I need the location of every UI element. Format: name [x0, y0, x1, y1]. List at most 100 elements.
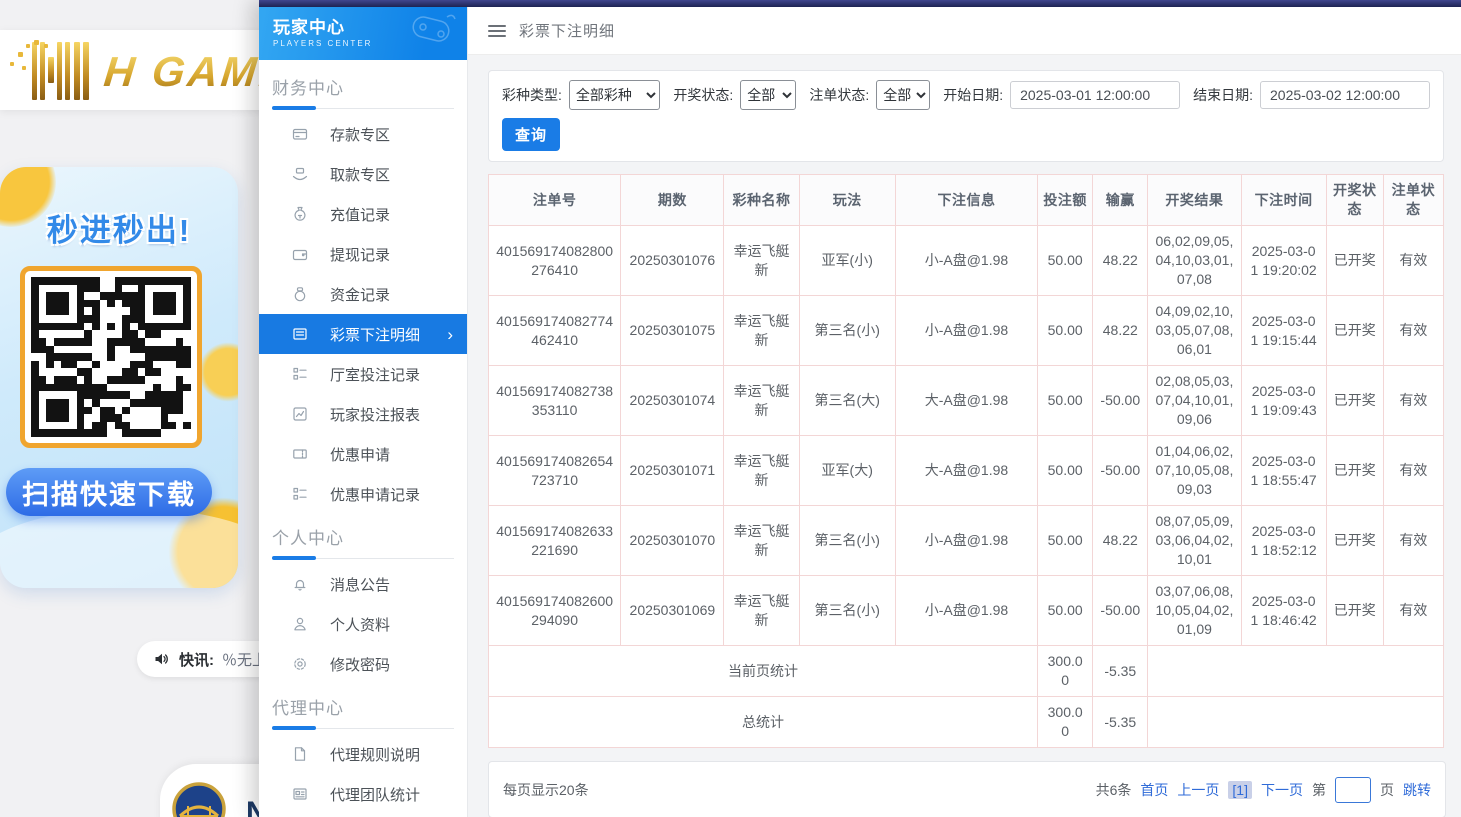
- decor-blob: [198, 342, 238, 402]
- page-topbar: 彩票下注明细: [468, 7, 1461, 55]
- sidebar-item-label: 代理团队统计: [330, 784, 420, 805]
- players-center-panel: 玩家中心 PLAYERS CENTER 财务中心存款专区取款专区充值记录提现记录…: [259, 0, 1461, 817]
- column-header: 开奖状态: [1326, 175, 1383, 226]
- order-status-label: 注单状态:: [809, 85, 869, 105]
- jump-prefix: 第: [1312, 780, 1326, 800]
- total-count: 共6条: [1096, 780, 1132, 800]
- table-cell: 有效: [1383, 436, 1443, 506]
- order-status-select[interactable]: 全部: [876, 80, 930, 110]
- table-cell: 亚军(小): [799, 226, 895, 296]
- summary-bet-total: 300.00: [1038, 646, 1093, 697]
- table-cell: 已开奖: [1326, 436, 1383, 506]
- table-cell: 2025-03-01 18:52:12: [1241, 506, 1326, 576]
- table-cell: 已开奖: [1326, 296, 1383, 366]
- table-cell: 有效: [1383, 366, 1443, 436]
- table-row: 40156917408260029409020250301069幸运飞艇新第三名…: [489, 576, 1444, 646]
- table-cell: 20250301075: [621, 296, 724, 366]
- start-date-label: 开始日期:: [943, 85, 1003, 105]
- purse-icon: [292, 286, 308, 302]
- table-cell: 小-A盘@1.98: [895, 506, 1037, 576]
- sidebar-item-label: 存款专区: [330, 124, 390, 145]
- table-row: 40156917408277446241020250301075幸运飞艇新第三名…: [489, 296, 1444, 366]
- column-header: 注单号: [489, 175, 621, 226]
- table-cell: 401569174082633221690: [489, 506, 621, 576]
- table-cell: 第三名(小): [799, 506, 895, 576]
- table-cell: 第三名(小): [799, 296, 895, 366]
- speaker-icon: [153, 651, 171, 667]
- draw-status-select[interactable]: 全部: [740, 80, 796, 110]
- sidebar-item-label: 取款专区: [330, 164, 390, 185]
- table-cell: 50.00: [1038, 576, 1093, 646]
- sidebar-item-profile[interactable]: 个人资料: [259, 604, 467, 644]
- sidebar-item-withdrawal-records[interactable]: 提现记录: [259, 234, 467, 274]
- sidebar-item-label: 代理规则说明: [330, 744, 420, 765]
- section-divider: [272, 556, 454, 560]
- wallet-icon: [292, 246, 308, 262]
- sidebar-item-agent-team-stats[interactable]: 代理团队统计: [259, 774, 467, 814]
- hhgame-logo-mark: [8, 40, 94, 100]
- sidebar-item-agent-rules[interactable]: 代理规则说明: [259, 734, 467, 774]
- table-cell: 幸运飞艇新: [724, 226, 799, 296]
- table-cell: 20250301074: [621, 366, 724, 436]
- table-cell: 有效: [1383, 296, 1443, 366]
- summary-label: 当前页统计: [489, 646, 1038, 697]
- prev-page-link[interactable]: 上一页: [1177, 780, 1219, 800]
- ticker-label: 快讯:: [179, 649, 214, 670]
- sidebar-item-label: 优惠申请记录: [330, 484, 420, 505]
- table-cell: 01,04,06,02,07,10,05,08,09,03: [1148, 436, 1241, 506]
- sidebar-item-label: 彩票下注明细: [330, 324, 420, 345]
- sidebar-item-hall-bet-records[interactable]: 厅室投注记录: [259, 354, 467, 394]
- table-row: 40156917408265472371020250301071幸运飞艇新亚军(…: [489, 436, 1444, 506]
- section-divider: [272, 726, 454, 730]
- sidebar-item-promo-apply-records[interactable]: 优惠申请记录: [259, 474, 467, 514]
- end-date-input[interactable]: [1260, 81, 1430, 109]
- start-date-input[interactable]: [1010, 81, 1180, 109]
- jump-page-input[interactable]: [1335, 777, 1371, 803]
- sidebar-item-deposit-zone[interactable]: 存款专区: [259, 114, 467, 154]
- pagination-bar: 每页显示20条 共6条 首页 上一页 [1] 下一页 第 页 跳转: [488, 761, 1446, 817]
- chevron-right-icon: ›: [447, 326, 453, 343]
- table-cell: 401569174082654723710: [489, 436, 621, 506]
- jump-button[interactable]: 跳转: [1403, 780, 1431, 800]
- sidebar-item-player-bet-report[interactable]: 玩家投注报表: [259, 394, 467, 434]
- menu-icon[interactable]: [488, 24, 506, 38]
- table-cell: 20250301071: [621, 436, 724, 506]
- table-cell: 已开奖: [1326, 226, 1383, 296]
- query-button[interactable]: 查询: [502, 118, 560, 151]
- column-header: 下注信息: [895, 175, 1037, 226]
- table-cell: 已开奖: [1326, 366, 1383, 436]
- sidebar-item-promo-apply[interactable]: 优惠申请: [259, 434, 467, 474]
- hhgame-logo: H GAME: [8, 40, 290, 100]
- chart-icon: [292, 406, 308, 422]
- sidebar-item-withdraw-zone[interactable]: 取款专区: [259, 154, 467, 194]
- summary-win-loss: -5.35: [1093, 646, 1148, 697]
- sidebar-item-change-password[interactable]: 修改密码: [259, 644, 467, 684]
- next-page-link[interactable]: 下一页: [1261, 780, 1303, 800]
- page-size-text: 每页显示20条: [503, 780, 589, 800]
- table-cell: 401569174082774462410: [489, 296, 621, 366]
- bell-icon: [292, 576, 308, 592]
- filter-panel: 彩种类型: 全部彩种 开奖状态: 全部 注单状态: 全部 开始日期: 结束日期:…: [488, 70, 1444, 162]
- promo-headline: 秒进秒出!: [0, 205, 238, 250]
- table-cell: 有效: [1383, 576, 1443, 646]
- summary-empty: [1148, 697, 1444, 748]
- table-cell: 有效: [1383, 226, 1443, 296]
- sidebar-item-recharge-records[interactable]: 充值记录: [259, 194, 467, 234]
- first-page-link[interactable]: 首页: [1140, 780, 1168, 800]
- table-cell: 50.00: [1038, 226, 1093, 296]
- table-cell: 幸运飞艇新: [724, 576, 799, 646]
- sidebar-item-label: 优惠申请: [330, 444, 390, 465]
- team-logo: [172, 782, 226, 817]
- download-button[interactable]: 扫描快速下载: [6, 468, 212, 516]
- section-divider: [272, 106, 454, 110]
- column-header: 期数: [621, 175, 724, 226]
- screen: H GAME 秒进秒出! 扫描快速下载 快讯: ％无上: [0, 0, 1461, 817]
- sidebar-item-messages[interactable]: 消息公告: [259, 564, 467, 604]
- table-cell: 48.22: [1093, 226, 1148, 296]
- sidebar-item-lottery-bet-details[interactable]: 彩票下注明细 ›: [259, 314, 467, 354]
- lottery-type-select[interactable]: 全部彩种: [569, 80, 660, 110]
- summary-row: 当前页统计300.00-5.35: [489, 646, 1444, 697]
- table-row: 40156917408263322169020250301070幸运飞艇新第三名…: [489, 506, 1444, 576]
- sidebar-item-funds-records[interactable]: 资金记录: [259, 274, 467, 314]
- table-cell: 大-A盘@1.98: [895, 436, 1037, 506]
